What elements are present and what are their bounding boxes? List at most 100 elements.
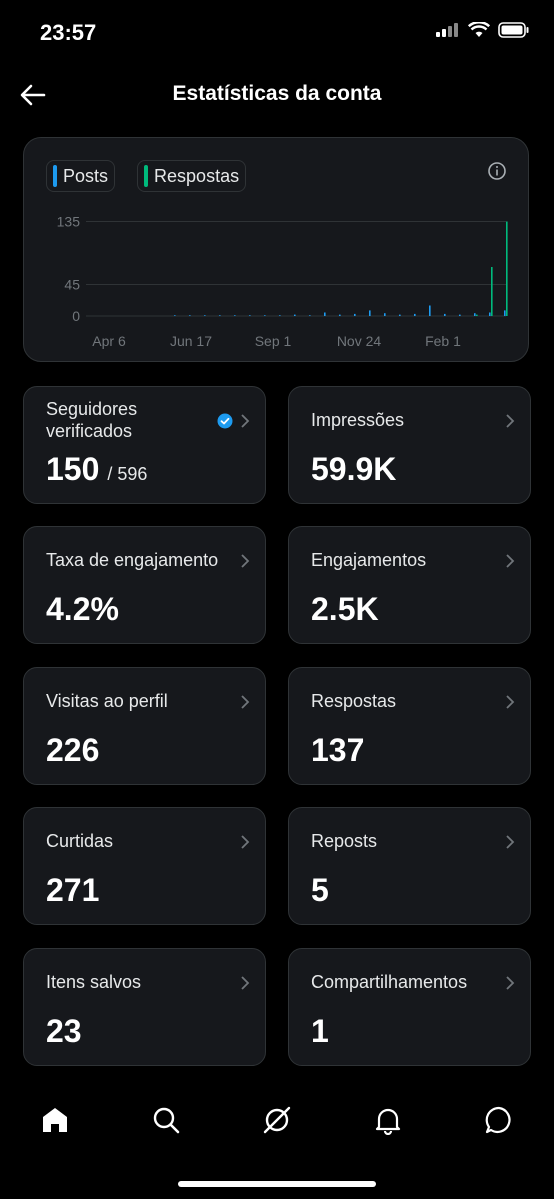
- stat-card-taxa-de-engajamento[interactable]: Taxa de engajamento 4.2%: [23, 526, 266, 644]
- bar-posts: [474, 313, 476, 316]
- chevron-right-icon: [241, 976, 250, 990]
- bar-posts: [489, 312, 491, 316]
- bar-posts: [384, 313, 386, 316]
- stat-card-itens-salvos[interactable]: Itens salvos 23: [23, 948, 266, 1066]
- stat-card-seguidores-verificados[interactable]: Seguidores verificados 150 / 596: [23, 386, 266, 504]
- home-icon: [43, 1108, 67, 1132]
- stat-value: 1: [311, 1013, 329, 1049]
- stat-label: Impressões: [311, 410, 405, 430]
- nav-notifications[interactable]: [366, 1098, 410, 1142]
- x-tick-label: Nov 24: [337, 333, 382, 349]
- chevron-right-icon: [241, 414, 250, 428]
- bar-posts: [459, 314, 461, 316]
- stat-value: 2.5K: [311, 591, 379, 627]
- bar-posts: [219, 315, 221, 316]
- status-bar: 23:57: [0, 0, 554, 66]
- bar-posts: [174, 315, 176, 316]
- stat-card-impressoes[interactable]: Impressões 59.9K: [288, 386, 531, 504]
- stat-card-respostas[interactable]: Respostas 137: [288, 667, 531, 785]
- bar-posts: [414, 313, 416, 316]
- bar-posts: [369, 310, 371, 316]
- stat-label: Compartilhamentos: [311, 972, 468, 992]
- y-tick-label: 135: [57, 214, 81, 230]
- stat-card-engajamentos[interactable]: Engajamentos 2.5K: [288, 526, 531, 644]
- stat-value-sub: / 596: [107, 464, 148, 484]
- x-tick-label: Jun 17: [170, 333, 212, 349]
- grok-icon: [263, 1106, 291, 1134]
- stat-label: Reposts: [311, 831, 378, 851]
- nav-search[interactable]: [144, 1098, 188, 1142]
- bar-posts: [444, 313, 446, 316]
- stat-label: Seguidores verificados: [46, 399, 138, 441]
- page-title: Estatísticas da conta: [172, 82, 382, 105]
- legend-posts-label: Posts: [63, 165, 109, 186]
- stat-value: 23: [46, 1013, 82, 1049]
- chevron-right-icon: [506, 414, 515, 428]
- bar-respostas: [506, 221, 508, 316]
- nav-messages[interactable]: [477, 1098, 521, 1142]
- battery-icon: [498, 22, 529, 38]
- chevron-right-icon: [506, 976, 515, 990]
- legend-posts-swatch: [53, 165, 57, 187]
- x-tick-label: Sep 1: [255, 333, 292, 349]
- chevron-right-icon: [506, 554, 515, 568]
- bottom-nav: [0, 1090, 554, 1150]
- chevron-right-icon: [241, 554, 250, 568]
- chevron-right-icon: [506, 835, 515, 849]
- status-time: 23:57: [40, 20, 97, 45]
- search-icon: [153, 1107, 180, 1134]
- x-tick-label: Feb 1: [425, 333, 461, 349]
- header: Estatísticas da conta: [0, 66, 554, 124]
- stat-label: Itens salvos: [46, 972, 142, 992]
- home-indicator: [178, 1181, 376, 1187]
- stat-label: Respostas: [311, 691, 397, 711]
- legend-respostas-label: Respostas: [154, 165, 240, 186]
- wifi-icon: [468, 22, 490, 37]
- stat-label: Curtidas: [46, 831, 114, 851]
- nav-grok[interactable]: [255, 1098, 299, 1142]
- bar-posts: [234, 315, 236, 316]
- stat-card-visitas-ao-perfil[interactable]: Visitas ao perfil 226: [23, 667, 266, 785]
- bar-respostas: [476, 314, 478, 316]
- legend-respostas[interactable]: Respostas: [137, 160, 247, 192]
- bell-icon: [375, 1108, 401, 1135]
- legend-posts[interactable]: Posts: [46, 160, 116, 192]
- stat-label: Taxa de engajamento: [46, 550, 219, 570]
- bar-posts: [189, 315, 191, 316]
- chart-card: 135 45 0 Apr 6 Jun 17 Sep 1 Nov 24 Feb 1 Posts …: [23, 137, 529, 362]
- info-icon[interactable]: [486, 160, 508, 182]
- status-icons: [436, 22, 530, 38]
- bar-posts: [399, 314, 401, 316]
- stat-value: 4.2%: [46, 591, 119, 627]
- stat-card-curtidas[interactable]: Curtidas 271: [23, 807, 266, 925]
- chevron-right-icon: [506, 695, 515, 709]
- nav-home[interactable]: [33, 1098, 77, 1142]
- stat-label: Engajamentos: [311, 550, 427, 570]
- bar-posts: [354, 313, 356, 316]
- bar-posts: [429, 305, 431, 316]
- bar-posts: [204, 315, 206, 316]
- stat-value-main: 150: [46, 451, 100, 487]
- stat-value: 137: [311, 732, 365, 768]
- bar-posts: [249, 315, 251, 316]
- messages-icon: [485, 1106, 511, 1134]
- bar-posts: [264, 315, 266, 316]
- chevron-right-icon: [241, 835, 250, 849]
- stat-card-compartilhamentos[interactable]: Compartilhamentos 1: [288, 948, 531, 1066]
- bar-posts: [309, 315, 311, 316]
- bar-posts: [279, 315, 281, 316]
- y-tick-label: 45: [64, 277, 80, 293]
- legend-respostas-swatch: [144, 165, 149, 187]
- x-tick-label: Apr 6: [92, 333, 126, 349]
- bar-posts: [504, 310, 506, 316]
- cellular-signal-icon: [436, 23, 458, 37]
- stat-value: 5: [311, 872, 329, 908]
- stat-label: Visitas ao perfil: [46, 691, 168, 711]
- stat-value: 150 / 596: [46, 451, 147, 488]
- stat-value: 271: [46, 872, 100, 908]
- stat-value: 59.9K: [311, 451, 397, 487]
- bar-respostas: [491, 267, 493, 316]
- chevron-right-icon: [241, 695, 250, 709]
- bar-posts: [294, 314, 296, 316]
- stat-card-reposts[interactable]: Reposts 5: [288, 807, 531, 925]
